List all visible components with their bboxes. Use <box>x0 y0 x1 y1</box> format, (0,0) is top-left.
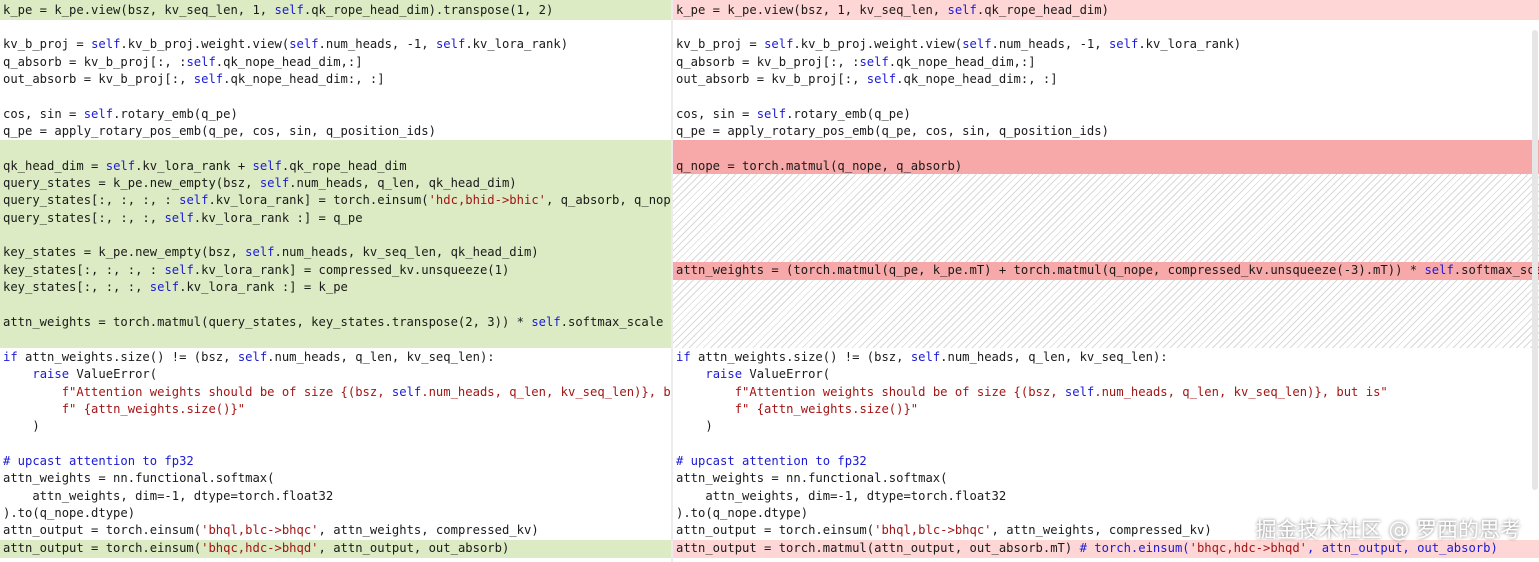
code-line[interactable]: ) <box>0 418 39 435</box>
code-line[interactable]: attn_output = torch.einsum('bhqc,hdc->bh… <box>0 540 509 557</box>
code-line[interactable]: f" {attn_weights.size()}" <box>673 401 918 418</box>
code-line[interactable]: key_states = k_pe.new_empty(bsz, self.nu… <box>0 244 539 261</box>
code-line[interactable]: query_states = k_pe.new_empty(bsz, self.… <box>0 175 517 192</box>
code-line[interactable]: q_absorb = kv_b_proj[:, :self.qk_nope_he… <box>0 54 363 71</box>
code-line[interactable]: attn_weights = nn.functional.softmax( <box>673 470 948 487</box>
code-line[interactable]: f"Attention weights should be of size {(… <box>0 384 671 401</box>
filler-block <box>673 174 1539 262</box>
code-line[interactable]: kv_b_proj = self.kv_b_proj.weight.view(s… <box>0 36 568 53</box>
vertical-scrollbar[interactable] <box>1532 30 1538 490</box>
code-line[interactable]: q_nope = torch.matmul(q_nope, q_absorb) <box>673 158 962 175</box>
watermark: 掘金技术社区 @ 罗西的思考 <box>1255 518 1521 542</box>
code-line[interactable]: attn_weights = nn.functional.softmax( <box>0 470 275 487</box>
code-line[interactable]: attn_weights, dim=-1, dtype=torch.float3… <box>0 488 333 505</box>
code-line[interactable]: ) <box>673 418 712 435</box>
code-line[interactable]: if attn_weights.size() != (bsz, self.num… <box>0 349 495 366</box>
code-line[interactable]: attn_weights, dim=-1, dtype=torch.float3… <box>673 488 1006 505</box>
code-line[interactable]: cos, sin = self.rotary_emb(q_pe) <box>673 106 911 123</box>
code-line[interactable]: out_absorb = kv_b_proj[:, self.qk_nope_h… <box>673 71 1058 88</box>
code-line[interactable]: ).to(q_nope.dtype) <box>0 505 135 522</box>
code-line[interactable]: ).to(q_nope.dtype) <box>673 505 808 522</box>
code-line[interactable]: cos, sin = self.rotary_emb(q_pe) <box>0 106 238 123</box>
code-line[interactable]: key_states[:, :, :, : self.kv_lora_rank]… <box>0 262 509 279</box>
code-line[interactable]: attn_output = torch.einsum('bhql,blc->bh… <box>0 522 539 539</box>
code-line[interactable]: q_pe = apply_rotary_pos_emb(q_pe, cos, s… <box>673 123 1109 140</box>
diff-right-pane[interactable]: k_pe = k_pe.view(bsz, 1, kv_seq_len, sel… <box>673 0 1539 562</box>
code-line[interactable]: f" {attn_weights.size()}" <box>0 401 245 418</box>
code-line[interactable]: attn_output = torch.einsum('bhql,blc->bh… <box>673 522 1212 539</box>
code-line[interactable]: k_pe = k_pe.view(bsz, kv_seq_len, 1, sel… <box>0 2 553 19</box>
filler-block <box>673 280 1539 348</box>
code-line[interactable]: query_states[:, :, :, self.kv_lora_rank … <box>0 210 363 227</box>
code-comment[interactable]: # upcast attention to fp32 <box>673 453 867 470</box>
code-line[interactable]: key_states[:, :, :, self.kv_lora_rank :]… <box>0 279 348 296</box>
diff-left-pane[interactable]: k_pe = k_pe.view(bsz, kv_seq_len, 1, sel… <box>0 0 671 562</box>
code-line[interactable]: q_pe = apply_rotary_pos_emb(q_pe, cos, s… <box>0 123 436 140</box>
code-line[interactable]: f"Attention weights should be of size {(… <box>673 384 1388 401</box>
code-line[interactable]: raise ValueError( <box>0 366 157 383</box>
code-line[interactable]: k_pe = k_pe.view(bsz, 1, kv_seq_len, sel… <box>673 2 1109 19</box>
code-line[interactable]: out_absorb = kv_b_proj[:, self.qk_nope_h… <box>0 71 385 88</box>
code-comment[interactable]: # upcast attention to fp32 <box>0 453 194 470</box>
code-line[interactable]: qk_head_dim = self.kv_lora_rank + self.q… <box>0 158 407 175</box>
code-line[interactable]: attn_weights = (torch.matmul(q_pe, k_pe.… <box>673 262 1539 279</box>
code-line[interactable]: raise ValueError( <box>673 366 830 383</box>
code-line[interactable]: kv_b_proj = self.kv_b_proj.weight.view(s… <box>673 36 1241 53</box>
code-line[interactable]: query_states[:, :, :, : self.kv_lora_ran… <box>0 192 671 209</box>
code-line[interactable]: attn_weights = torch.matmul(query_states… <box>0 314 663 331</box>
code-line[interactable]: q_absorb = kv_b_proj[:, :self.qk_nope_he… <box>673 54 1036 71</box>
code-line[interactable]: if attn_weights.size() != (bsz, self.num… <box>673 349 1168 366</box>
